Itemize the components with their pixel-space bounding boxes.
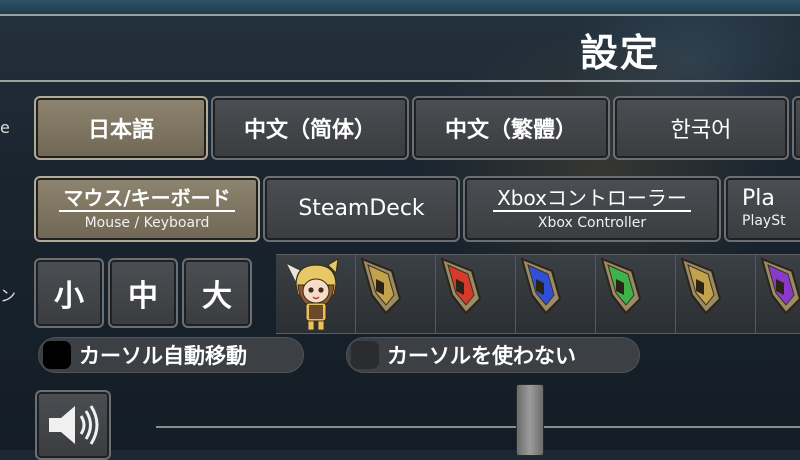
cursor-size-label: 小: [54, 279, 84, 314]
controller-label: マウス/キーボード: [59, 187, 235, 212]
controller-playstation-button[interactable]: Pla PlaySt: [724, 176, 800, 242]
green-cursor-icon: [600, 257, 642, 315]
cursor-size-medium-button[interactable]: 中: [108, 258, 178, 328]
cursor-style-purple[interactable]: [756, 255, 800, 333]
controller-sublabel: PlaySt: [742, 213, 786, 229]
cursor-style-blue[interactable]: [516, 255, 596, 333]
no-cursor-label: カーソルを使わない: [387, 344, 576, 368]
controller-label: Xboxコントローラー: [493, 187, 691, 212]
no-cursor-toggle[interactable]: カーソルを使わない: [346, 337, 640, 373]
gold-cursor-icon: [680, 257, 722, 315]
controller-xbox-button[interactable]: Xboxコントローラー Xbox Controller: [463, 176, 721, 242]
cursor-size-large-button[interactable]: 大: [182, 258, 252, 328]
cursor-style-character[interactable]: [276, 255, 356, 333]
controller-sublabel: Xbox Controller: [537, 214, 647, 231]
no-cursor-checkbox[interactable]: [351, 341, 379, 369]
cursor-size-label: 大: [202, 279, 232, 314]
purple-cursor-icon: [760, 257, 800, 315]
language-label: 中文（简体）: [243, 118, 376, 143]
cursor-style-green[interactable]: [596, 255, 676, 333]
row-label-cursor-cut: ン: [0, 286, 17, 305]
controller-label: SteamDeck: [298, 196, 425, 221]
title-divider: [0, 80, 800, 82]
language-traditional-chinese-button[interactable]: 中文（繁體）: [412, 96, 610, 160]
auto-move-checkbox[interactable]: [43, 341, 71, 369]
language-label: 한국어: [670, 118, 732, 143]
speaker-icon: [49, 405, 99, 445]
volume-slider-handle[interactable]: [516, 384, 544, 456]
top-divider: [0, 14, 800, 16]
controller-label: Pla: [742, 186, 775, 211]
gold-cursor-icon: [360, 257, 402, 315]
cursor-style-gold[interactable]: [356, 255, 436, 333]
row-label-language-cut: e: [0, 118, 10, 137]
red-cursor-icon: [440, 257, 482, 315]
top-bar: [0, 0, 800, 14]
language-japanese-button[interactable]: 日本語: [34, 96, 208, 160]
page-title: 設定: [580, 31, 661, 75]
character-avatar-icon: [284, 258, 339, 331]
cursor-size-small-button[interactable]: 小: [34, 258, 104, 328]
language-simplified-chinese-button[interactable]: 中文（简体）: [211, 96, 409, 160]
cursor-style-strip: [276, 254, 800, 334]
cursor-style-red[interactable]: [436, 255, 516, 333]
controller-steamdeck-button[interactable]: SteamDeck: [263, 176, 460, 242]
cursor-style-gold-2[interactable]: [676, 255, 756, 333]
language-label: 中文（繁體）: [444, 118, 577, 143]
controller-mouse-keyboard-button[interactable]: マウス/キーボード Mouse / Keyboard: [34, 176, 260, 242]
language-korean-button[interactable]: 한국어: [613, 96, 789, 160]
language-more-button[interactable]: [792, 96, 800, 160]
auto-move-label: カーソル自動移動: [79, 344, 247, 368]
cursor-size-label: 中: [128, 279, 158, 314]
language-label: 日本語: [87, 118, 154, 143]
blue-cursor-icon: [520, 257, 562, 315]
volume-slider-track[interactable]: [156, 426, 800, 428]
controller-sublabel: Mouse / Keyboard: [84, 214, 210, 231]
auto-move-cursor-toggle[interactable]: カーソル自動移動: [38, 337, 304, 373]
